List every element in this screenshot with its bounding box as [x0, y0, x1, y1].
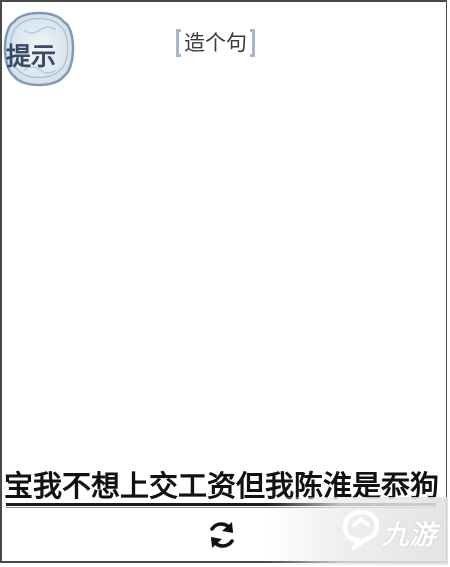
hint-button[interactable]: 提示: [0, 8, 78, 92]
title-text: 造个句: [184, 31, 247, 55]
site-watermark: 九游: [268, 497, 448, 565]
refresh-button[interactable]: [205, 518, 239, 552]
title-bracket-right: [250, 29, 255, 57]
jiuyou-logo: [342, 509, 380, 551]
refresh-icon: [210, 522, 234, 548]
watermark-text: 九游: [382, 520, 436, 551]
level-title: 造个句: [176, 28, 255, 58]
hint-label: 提示: [6, 42, 57, 71]
